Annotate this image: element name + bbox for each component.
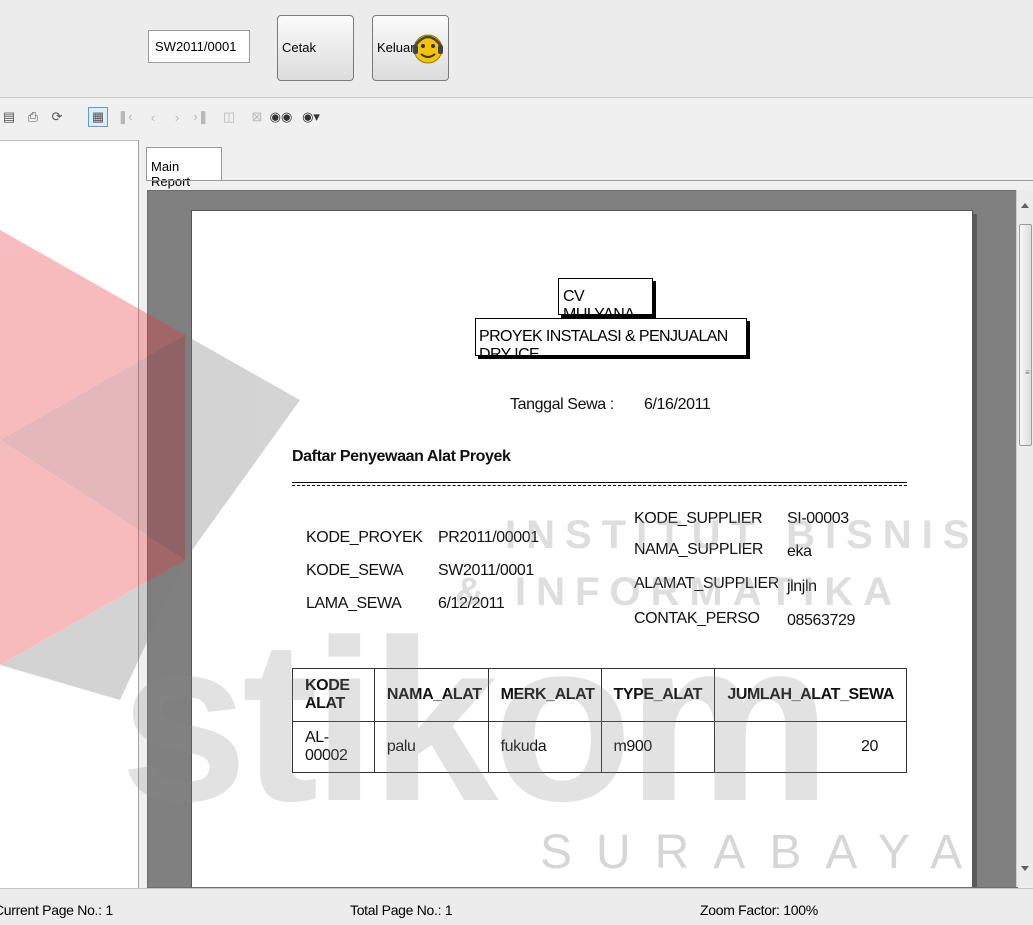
next-page-icon[interactable]: › <box>168 108 186 126</box>
section-title: Daftar Penyewaan Alat Proyek <box>292 448 511 465</box>
smiley-headset-icon <box>413 34 443 64</box>
col-jumlah-alat-sewa: JUMLAH_ALAT_SEWA <box>714 668 907 722</box>
group-tree-panel[interactable] <box>0 140 139 889</box>
print-button-label: Cetak <box>282 40 316 55</box>
prev-page-icon[interactable]: ‹ <box>144 108 162 126</box>
search-icon[interactable]: ◉◉ <box>270 108 293 126</box>
cell-type-alat: m900 <box>600 721 716 773</box>
current-page-status: Current Page No.: 1 <box>0 902 113 918</box>
date-label: Tanggal Sewa : <box>510 396 614 413</box>
cell-kode-alat: AL-00002 <box>292 721 375 773</box>
section-divider <box>292 482 907 483</box>
field-label-kode-sewa: KODE_SEWA <box>306 562 404 579</box>
field-label-alamat-supplier: ALAMAT_SUPPLIER <box>634 575 779 592</box>
table-row: AL-00002 palu fukuda m900 20 <box>292 721 907 773</box>
scroll-down-arrow-icon[interactable] <box>1021 866 1029 871</box>
cell-nama-alat: palu <box>373 721 489 773</box>
field-label-nama-supplier: NAMA_SUPPLIER <box>634 541 764 558</box>
field-label-kode-proyek: KODE_PROYEK <box>306 529 423 546</box>
cell-merk-alat: fukuda <box>487 721 602 773</box>
rental-code-input[interactable]: SW2011/0001 <box>148 30 250 63</box>
field-label-kode-supplier: KODE_SUPPLIER <box>634 510 763 527</box>
form-header: SW2011/0001 Cetak Keluar <box>0 0 1033 98</box>
date-value: 6/16/2011 <box>644 396 711 413</box>
vertical-scrollbar[interactable]: ≡ <box>1016 190 1033 887</box>
total-page-status: Total Page No.: 1 <box>350 902 453 918</box>
group-tree-icon[interactable]: ▦ <box>88 107 108 127</box>
export-icon[interactable]: ▤ <box>0 108 18 126</box>
section-divider-dashed <box>292 485 907 486</box>
field-value-kode-proyek: PR2011/00001 <box>438 529 539 546</box>
field-value-contak-perso: 08563729 <box>787 612 855 629</box>
print-button[interactable]: Cetak <box>277 15 354 81</box>
status-bar: Current Page No.: 1 Total Page No.: 1 Zo… <box>0 888 1033 925</box>
print-icon[interactable]: ⎙ <box>24 108 42 126</box>
exit-button-label: Keluar <box>377 40 415 55</box>
zoom-factor-status: Zoom Factor: 100% <box>700 902 818 918</box>
col-kode-alat: KODE ALAT <box>292 668 375 722</box>
field-value-kode-sewa: SW2011/0001 <box>438 562 534 579</box>
last-page-icon[interactable]: ›❚ <box>192 108 210 126</box>
field-label-contak-perso: CONTAK_PERSO <box>634 610 760 627</box>
goto-page-icon[interactable]: ◫ <box>220 108 238 126</box>
report-viewer[interactable]: CV MULYANA BS PROYEK INSTALASI & PENJUAL… <box>147 190 1018 888</box>
col-nama-alat: NAMA_ALAT <box>373 668 489 722</box>
report-page: CV MULYANA BS PROYEK INSTALASI & PENJUAL… <box>191 210 973 887</box>
tab-main-report[interactable]: Main Report <box>146 147 222 189</box>
company-name-box: CV MULYANA BS <box>558 278 653 341</box>
scroll-up-arrow-icon[interactable] <box>1021 203 1029 208</box>
field-label-lama-sewa: LAMA_SEWA <box>306 595 402 612</box>
report-toolbar: ▤ ⎙ ⟳ ▦ ❚‹ ‹ › ›❚ ◫ ⊠ ◉◉ ◉▾ <box>0 104 1033 130</box>
exit-button[interactable]: Keluar <box>372 15 449 81</box>
scroll-thumb[interactable]: ≡ <box>1019 224 1032 446</box>
col-merk-alat: MERK_ALAT <box>487 668 602 722</box>
rental-items-table: KODE ALAT NAMA_ALAT MERK_ALAT TYPE_ALAT … <box>292 668 907 773</box>
zoom-icon[interactable]: ◉▾ <box>298 108 324 126</box>
field-value-kode-supplier: SI-00003 <box>787 510 849 527</box>
table-header-row: KODE ALAT NAMA_ALAT MERK_ALAT TYPE_ALAT … <box>292 668 907 722</box>
project-name: PROYEK INSTALASI & PENJUALAN DRY ICE <box>479 328 728 363</box>
project-name-box: PROYEK INSTALASI & PENJUALAN DRY ICE <box>475 318 747 363</box>
grip-icon: ≡ <box>1025 368 1030 377</box>
refresh-icon[interactable]: ⟳ <box>48 108 66 126</box>
field-value-nama-supplier: eka <box>787 543 812 560</box>
stop-icon[interactable]: ⊠ <box>248 108 266 126</box>
field-value-alamat-supplier: jlnjln <box>787 578 817 595</box>
col-type-alat: TYPE_ALAT <box>600 668 716 722</box>
cell-jumlah-alat-sewa: 20 <box>714 721 907 773</box>
tab-strip-divider <box>146 180 1033 181</box>
first-page-icon[interactable]: ❚‹ <box>116 108 134 126</box>
field-value-lama-sewa: 6/12/2011 <box>438 595 505 612</box>
